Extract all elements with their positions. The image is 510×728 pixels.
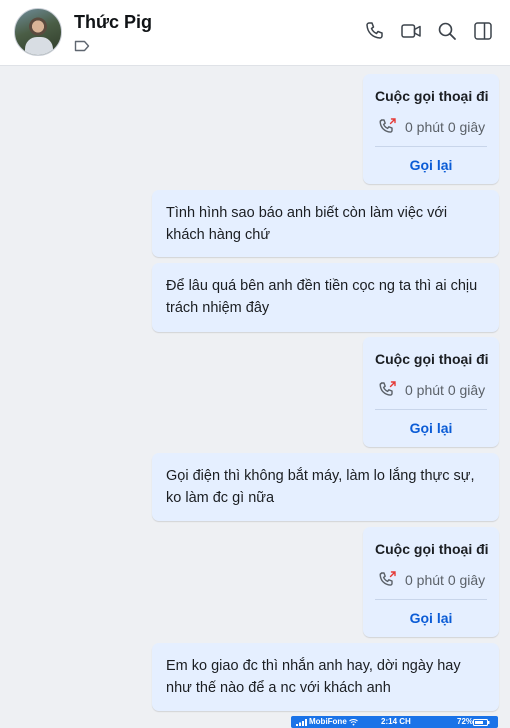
- phone-icon[interactable]: [364, 20, 386, 42]
- call-title: Cuộc gọi thoại đi: [375, 351, 489, 367]
- outgoing-call-icon: [379, 118, 396, 133]
- battery-percent: 72%: [457, 717, 474, 726]
- contact-avatar[interactable]: [14, 8, 62, 56]
- message-bubble[interactable]: Tình hình sao báo anh biết còn làm việc …: [152, 190, 499, 257]
- signal-icon: [296, 719, 307, 726]
- callback-button[interactable]: Gọi lại: [363, 420, 499, 436]
- search-icon[interactable]: [436, 20, 458, 42]
- call-log-card: Cuộc gọi thoại đi 0 phút 0 giây Gọi lại: [363, 337, 499, 447]
- call-duration: 0 phút 0 giây: [405, 382, 486, 398]
- divider: [375, 599, 487, 600]
- tag-icon[interactable]: [74, 39, 90, 53]
- divider: [375, 409, 487, 410]
- call-duration: 0 phút 0 giây: [405, 572, 486, 588]
- call-log-card: Cuộc gọi thoại đi 0 phút 0 giây Gọi lại: [363, 74, 499, 184]
- battery-icon: [473, 719, 490, 726]
- outgoing-call-icon: [379, 381, 396, 396]
- call-log-card: Cuộc gọi thoại đi 0 phút 0 giây Gọi lại: [363, 527, 499, 637]
- sidebar-toggle-icon[interactable]: [472, 20, 494, 42]
- message-bubble[interactable]: Gọi điện thì không bắt máy, làm lo lắng …: [152, 453, 499, 521]
- carrier-name: MobiFone: [309, 717, 347, 726]
- outgoing-call-icon: [379, 571, 396, 586]
- wifi-icon: [349, 719, 358, 726]
- call-title: Cuộc gọi thoại đi: [375, 88, 489, 104]
- phone-status-bar: MobiFone 2:14 CH 72%: [291, 716, 498, 728]
- status-time: 2:14 CH: [381, 717, 411, 726]
- call-title: Cuộc gọi thoại đi: [375, 541, 489, 557]
- video-icon[interactable]: [400, 20, 422, 42]
- message-bubble[interactable]: Để lâu quá bên anh đền tiền cọc ng ta th…: [152, 263, 499, 332]
- callback-button[interactable]: Gọi lại: [363, 157, 499, 173]
- call-duration: 0 phút 0 giây: [405, 119, 486, 135]
- chat-header: Thức Pig: [0, 0, 510, 66]
- contact-name[interactable]: Thức Pig: [74, 12, 152, 33]
- callback-button[interactable]: Gọi lại: [363, 610, 499, 626]
- divider: [375, 146, 487, 147]
- message-bubble[interactable]: Em ko giao đc thì nhắn anh hay, dời ngày…: [152, 643, 499, 711]
